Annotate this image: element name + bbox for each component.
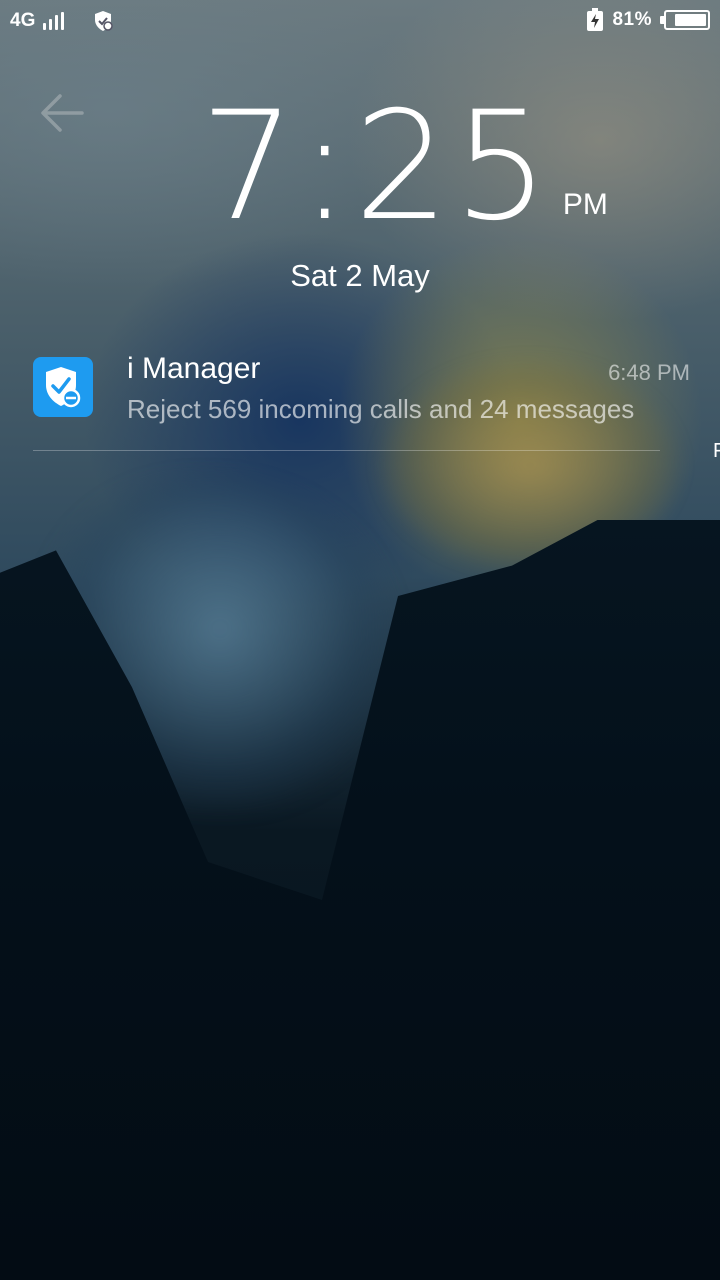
lockscreen-date: Sat 2 May bbox=[290, 258, 430, 293]
signal-strength-icon bbox=[43, 12, 65, 30]
notification-time: 6:48 PM bbox=[608, 360, 690, 385]
back-arrow-icon[interactable] bbox=[38, 88, 88, 138]
clock-ampm: PM bbox=[562, 188, 608, 221]
battery-percentage: 81% bbox=[612, 9, 652, 30]
notification-divider bbox=[33, 450, 660, 451]
lockscreen-clock: 7:25 PM bbox=[200, 92, 608, 242]
clock-time: 7:25 bbox=[200, 80, 553, 254]
i-manager-shield-icon bbox=[33, 357, 93, 417]
notification-card[interactable]: i Manager 6:48 PM Reject 569 incoming ca… bbox=[0, 340, 720, 452]
battery-level-fill bbox=[675, 14, 706, 26]
status-left: 4G bbox=[10, 10, 114, 32]
edge-partial-text: F bbox=[713, 440, 720, 462]
status-right: 81% bbox=[586, 8, 710, 32]
shield-icon bbox=[95, 11, 114, 31]
notification-message: Reject 569 incoming calls and 24 message… bbox=[127, 394, 635, 424]
notification-app-name: i Manager bbox=[127, 352, 261, 385]
charging-icon bbox=[587, 8, 604, 31]
status-bar: 4G 81% bbox=[0, 0, 720, 46]
network-type: 4G bbox=[10, 10, 36, 31]
battery-icon bbox=[660, 10, 710, 30]
